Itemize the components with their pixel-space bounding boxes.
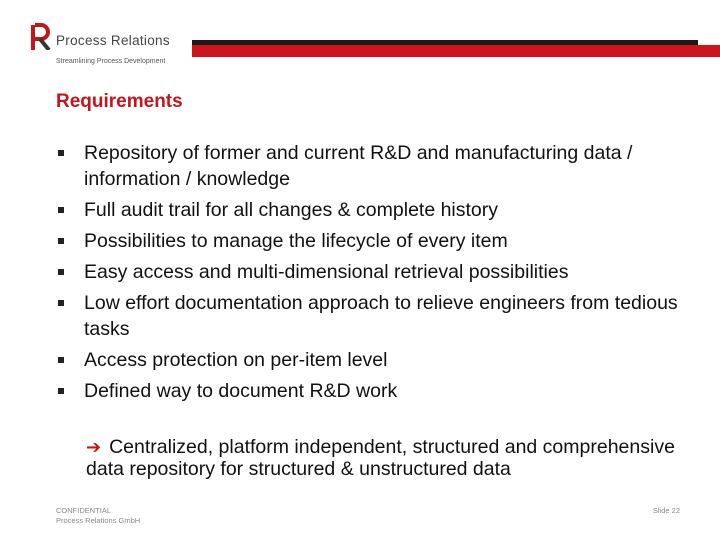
bullet-text: Easy access and multi-dimensional retrie…	[84, 261, 569, 283]
bullet-item: Full audit trail for all changes & compl…	[56, 197, 716, 223]
company-name: Process Relations GmbH	[56, 516, 141, 525]
conclusion-text-block: ➔ Centralized, platform independent, stru…	[86, 436, 686, 480]
bullet-text: Defined way to document R&D work	[84, 380, 398, 402]
bullet-list: Repository of former and current R&D and…	[56, 140, 716, 409]
bullet-icon	[58, 150, 64, 156]
brand-tagline: Streamlining Process Development	[56, 58, 166, 65]
bullet-icon	[58, 238, 64, 244]
bullet-text: Possibilities to manage the lifecycle of…	[84, 230, 508, 252]
bullet-icon	[58, 207, 64, 213]
bullet-text: Low effort documentation approach to rel…	[84, 292, 678, 340]
bullet-item: Repository of former and current R&D and…	[56, 140, 716, 192]
bullet-text: Full audit trail for all changes & compl…	[84, 199, 499, 221]
slide-number: Slide 22	[652, 506, 680, 515]
footer-left: CONFIDENTIAL Process Relations GmbH	[56, 506, 140, 526]
brand-logo: Process Relations Streamlining Process D…	[31, 22, 191, 70]
header-bar-red	[192, 45, 720, 57]
confidential-label: CONFIDENTIAL	[56, 506, 112, 515]
bullet-text: Repository of former and current R&D and…	[84, 142, 633, 190]
arrow-right-icon: ➔	[86, 437, 102, 457]
bullet-icon	[58, 300, 64, 306]
slide-title: Requirements	[56, 91, 183, 112]
pr-logo-icon	[31, 23, 51, 50]
bullet-item: Access protection on per-item level	[56, 347, 716, 373]
bullet-item: Low effort documentation approach to rel…	[56, 290, 716, 342]
bullet-icon	[58, 357, 64, 363]
bullet-item: Easy access and multi-dimensional retrie…	[56, 259, 716, 285]
bullet-item: Defined way to document R&D work	[56, 378, 716, 404]
brand-name: Process Relations	[56, 33, 170, 48]
bullet-text: Access protection on per-item level	[84, 349, 388, 371]
bullet-icon	[58, 388, 64, 394]
conclusion-text: Centralized, platform independent, struc…	[86, 436, 675, 480]
bullet-item: Possibilities to manage the lifecycle of…	[56, 228, 716, 254]
bullet-icon	[58, 269, 64, 275]
